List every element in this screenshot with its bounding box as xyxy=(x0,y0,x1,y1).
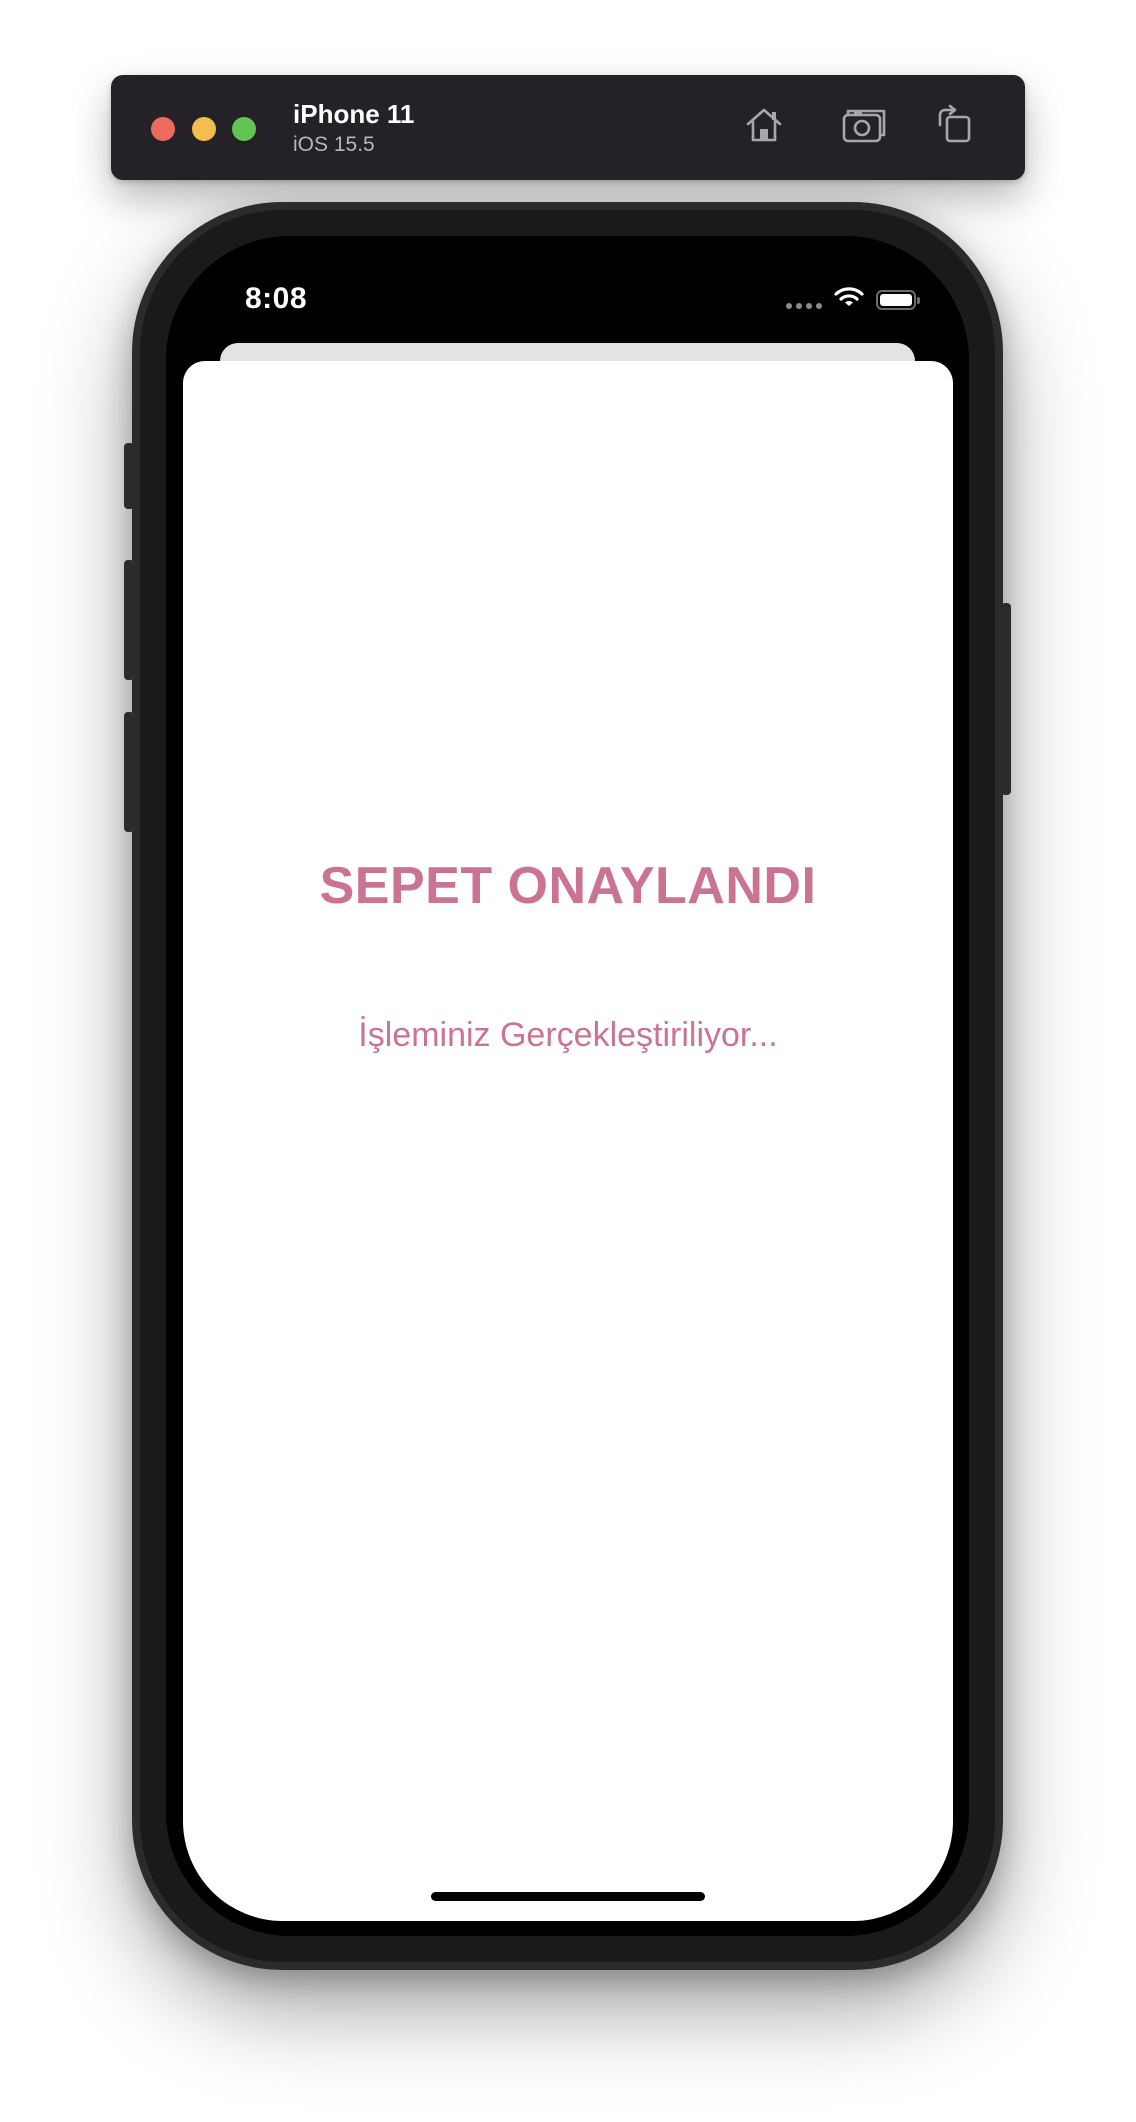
home-button[interactable] xyxy=(738,101,790,153)
minimize-window-button[interactable] xyxy=(192,117,216,141)
confirmation-sheet: SEPET ONAYLANDI İşleminiz Gerçekleştiril… xyxy=(183,361,953,1921)
device-name: iPhone 11 xyxy=(293,99,415,129)
confirmation-title: SEPET ONAYLANDI xyxy=(319,857,817,915)
maximize-window-button[interactable] xyxy=(232,117,256,141)
close-window-button[interactable] xyxy=(151,117,175,141)
simulator-title-bar: iPhone 11 iOS 15.5 xyxy=(111,75,1025,180)
screenshot-button[interactable] xyxy=(838,101,890,153)
screenshot-icon xyxy=(840,103,888,152)
simulator-window: iPhone 11 iOS 15.5 8:08 SEPET ONAYLANDI … xyxy=(0,0,1136,2122)
wifi-icon xyxy=(834,286,864,313)
status-indicators xyxy=(786,286,920,313)
device-os-version: iOS 15.5 xyxy=(293,133,375,156)
cellular-signal-icon xyxy=(786,302,822,309)
rotate-button[interactable] xyxy=(928,101,980,153)
battery-icon xyxy=(876,289,920,310)
status-time: 8:08 xyxy=(245,282,308,315)
home-indicator[interactable] xyxy=(431,1892,705,1901)
rotate-icon xyxy=(932,103,976,152)
processing-message: İşleminiz Gerçekleştiriliyor... xyxy=(358,1016,778,1054)
home-icon xyxy=(742,103,786,152)
